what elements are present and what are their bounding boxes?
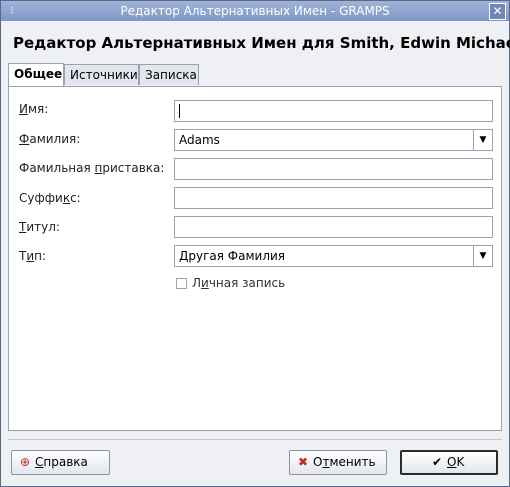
general-tab-panel: Имя: Фамилия: Adams ▼ Фамильная приставк… [8,86,502,431]
type-combo[interactable]: Другая Фамилия ▼ [174,245,493,267]
surname-label: Фамилия: [19,132,81,146]
given-name-label: Имя: [19,102,49,116]
lifebuoy-icon: ⊕ [19,455,31,469]
type-value: Другая Фамилия [179,249,286,263]
title-label: Титул: [19,220,60,234]
surname-combo[interactable]: Adams ▼ [174,129,493,151]
window-title: Редактор Альтернативных Имен - GRAMPS [120,4,390,18]
prefix-label: Фамильная приставка: [19,161,165,175]
alternate-name-editor-window: ⁝ Редактор Альтернативных Имен - GRAMPS … [0,0,510,487]
prefix-input[interactable] [174,158,493,180]
given-name-input[interactable] [174,100,493,122]
editor-heading: Редактор Альтернативных Имен для Smith, … [13,34,510,52]
button-separator [8,439,502,440]
chevron-down-icon[interactable]: ▼ [473,246,492,266]
suffix-input[interactable] [174,187,493,209]
cancel-button[interactable]: ✖ Отменить [289,450,387,475]
type-label: Тип: [19,249,47,263]
tab-sources[interactable]: Источники [64,64,139,85]
suffix-label: Суффикс: [19,191,81,205]
checkmark-icon: ✔ [431,455,443,469]
surname-value: Adams [179,133,220,147]
private-record-checkbox[interactable] [176,278,187,289]
ok-button[interactable]: ✔ OK [400,450,498,475]
title-bar[interactable]: ⁝ Редактор Альтернативных Имен - GRAMPS … [1,1,509,21]
tab-general[interactable]: Общее [8,63,64,86]
close-icon[interactable]: ✕ [489,3,506,20]
title-input[interactable] [174,216,493,238]
private-record-label: Личная запись [192,276,286,290]
x-icon: ✖ [297,455,309,469]
chevron-down-icon[interactable]: ▼ [473,130,492,150]
tab-note[interactable]: Записка [139,64,199,85]
help-button[interactable]: ⊕ Справка [11,450,110,475]
